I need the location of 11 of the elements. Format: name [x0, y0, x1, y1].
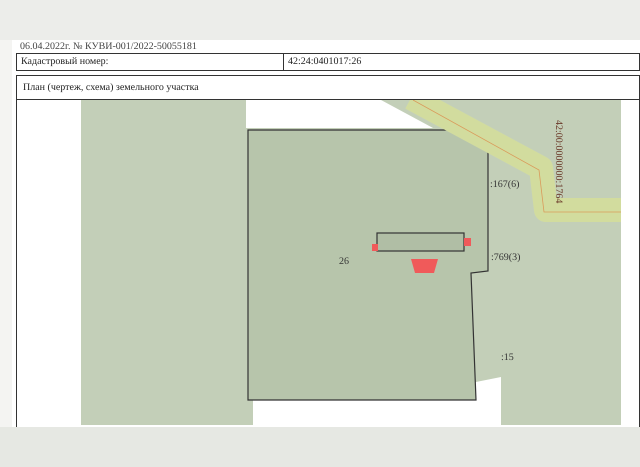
parcel-label: :15 [501, 352, 514, 363]
road-label: 42:00:0000000:1764 [553, 120, 564, 204]
building-marker [464, 238, 471, 246]
parcel-label: :769(3) [491, 252, 520, 263]
building-marker [411, 259, 438, 273]
building-marker [372, 244, 378, 251]
parcel-label: :167(6) [490, 179, 520, 190]
document-number: 06.04.2022г. № КУВИ-001/2022-50055181 [19, 42, 198, 51]
parcel-label: 26 [339, 256, 349, 267]
table-cell-text: 42:24:0401017:26 [287, 55, 362, 69]
table-cell: Кадастровый номер: [17, 54, 284, 70]
